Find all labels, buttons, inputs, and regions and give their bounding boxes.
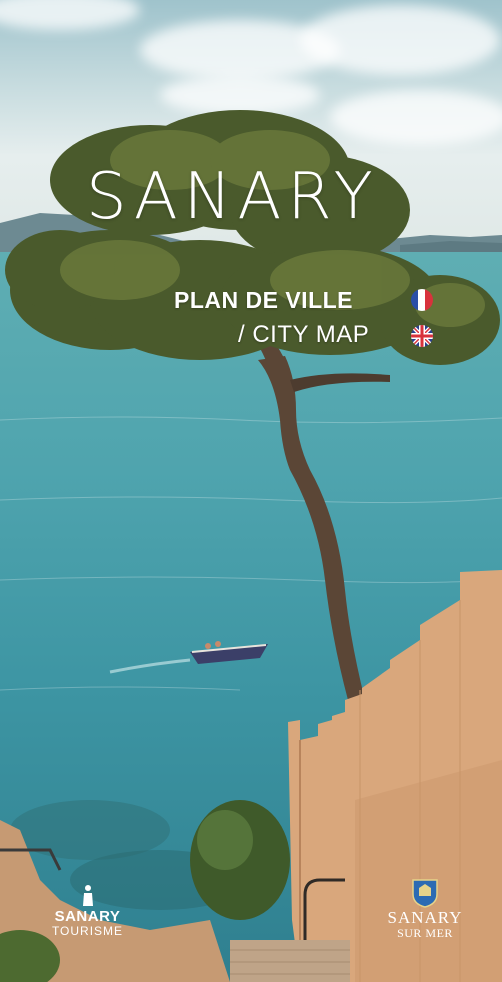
sanary-tourisme-logo: SANARY TOURISME xyxy=(40,882,135,942)
logo-right-line2: SUR MER xyxy=(397,926,453,940)
figure-icon xyxy=(83,885,93,906)
logo-left-line1: SANARY xyxy=(54,908,121,925)
sanary-sur-mer-logo: SANARY SUR MER xyxy=(380,878,470,948)
logo-left-line2: TOURISME xyxy=(51,924,124,938)
logo-right-line1: SANARY xyxy=(387,908,463,927)
uk-flag-icon xyxy=(411,325,433,347)
city-title: SANARY xyxy=(86,160,379,234)
subtitle-english: / CITY MAP xyxy=(238,321,370,348)
city-crest-icon xyxy=(412,879,438,908)
subtitle-french: PLAN DE VILLE xyxy=(174,287,354,313)
france-flag-icon xyxy=(411,289,433,311)
stone-wall-illustration xyxy=(0,570,502,982)
brochure-cover: SANARY PLAN DE VILLE / CITY MAP SANARY T… xyxy=(0,0,502,982)
